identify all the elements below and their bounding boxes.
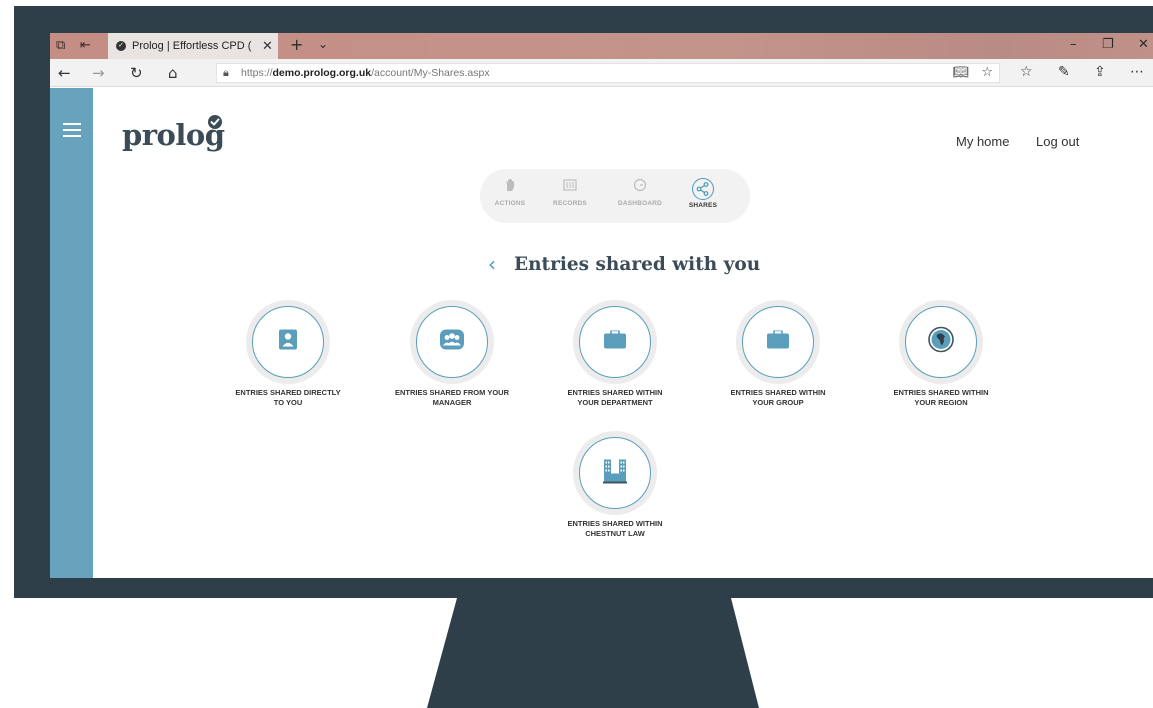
card-shared-group[interactable]: ENTRIES SHARED WITHIN YOUR GROUP [703,300,853,408]
web-page: prolog My home Log out ACTIONS RECORDS D… [50,88,1153,578]
tab-title: Prolog | Effortless CPD ( [132,40,252,52]
more-icon[interactable]: ⋯ [1130,64,1144,80]
share-nodes-icon [692,178,714,200]
tab-preview-dropdown-icon[interactable]: ⌄ [318,37,328,51]
share-icon[interactable]: ⇪ [1094,64,1106,80]
person-icon [279,329,297,355]
briefcase-icon [604,329,626,354]
section-switcher: ACTIONS RECORDS DASHBOARD SHARES [480,169,750,223]
card-shared-from-manager[interactable]: ENTRIES SHARED FROM YOUR MANAGER [377,300,527,408]
browser-addressbar: ← → ↻ ⌂ 🔒︎ https://demo.prolog.org.uk/ac… [50,59,1153,87]
card-shared-department[interactable]: ENTRIES SHARED WITHIN YOUR DEPARTMENT [540,300,690,408]
group-icon [440,329,464,355]
forward-icon[interactable]: → [92,64,105,82]
records-icon [540,178,600,198]
favorites-list-icon[interactable]: ☆ [1020,64,1033,80]
browser-titlebar: ⧉ ⇤ ✓ Prolog | Effortless CPD ( ✕ + ⌄ – … [50,33,1153,59]
hamburger-menu-icon[interactable] [63,123,81,137]
tab-favicon-icon: ✓ [116,41,126,51]
sidebar [50,88,93,578]
card-shared-chestnut-law[interactable]: ENTRIES SHARED WITHIN CHESTNUT LAW [540,431,690,539]
tab-close-icon[interactable]: ✕ [262,39,273,54]
log-out-link[interactable]: Log out [1036,134,1079,149]
url-text[interactable]: https://demo.prolog.org.uk/account/My-Sh… [241,67,490,79]
nav-dashboard[interactable]: DASHBOARD [610,178,670,207]
logo-check-icon [208,115,222,129]
restore-button[interactable]: ❐ [1102,37,1114,52]
browser-tab-active[interactable]: ✓ Prolog | Effortless CPD ( ✕ [108,33,278,59]
refresh-icon[interactable]: ↻ [130,64,143,82]
url-field[interactable]: 🔒︎ https://demo.prolog.org.uk/account/My… [216,63,1000,83]
nav-records[interactable]: RECORDS [540,178,600,207]
set-tabs-aside-icon[interactable]: ⇤ [80,38,91,54]
my-home-link[interactable]: My home [956,134,1009,149]
home-icon[interactable]: ⌂ [168,64,178,82]
monitor-frame: ⧉ ⇤ ✓ Prolog | Effortless CPD ( ✕ + ⌄ – … [14,6,1153,598]
lock-icon: 🔒︎ [223,66,229,79]
nav-actions[interactable]: ACTIONS [480,178,540,207]
monitor-screen: ⧉ ⇤ ✓ Prolog | Effortless CPD ( ✕ + ⌄ – … [50,33,1153,578]
new-tab-button[interactable]: + [290,35,303,54]
close-window-button[interactable]: ✕ [1138,37,1149,52]
page-heading: Entries shared with you [514,254,761,275]
briefcase-icon [767,329,789,354]
hand-icon [480,178,540,198]
favorite-star-icon[interactable]: ☆ [981,65,993,80]
monitor-stand [427,598,759,708]
globe-icon [928,326,954,358]
marketing-stage: ⧉ ⇤ ✓ Prolog | Effortless CPD ( ✕ + ⌄ – … [0,0,1153,708]
building-icon [603,458,627,489]
back-icon[interactable]: ← [58,64,71,82]
nav-shares[interactable]: SHARES [673,178,733,209]
minimize-button[interactable]: – [1070,37,1077,52]
reading-view-icon[interactable]: 📖︎ [953,65,970,80]
back-chevron-icon[interactable]: ‹ [488,252,496,276]
pen-icon[interactable]: ✎ [1058,64,1070,80]
card-shared-directly[interactable]: ENTRIES SHARED DIRECTLY TO YOU [213,300,363,408]
card-shared-region[interactable]: ENTRIES SHARED WITHIN YOUR REGION [866,300,1016,408]
tab-actions-icon[interactable]: ⧉ [56,38,65,54]
dashboard-icon [610,178,670,198]
